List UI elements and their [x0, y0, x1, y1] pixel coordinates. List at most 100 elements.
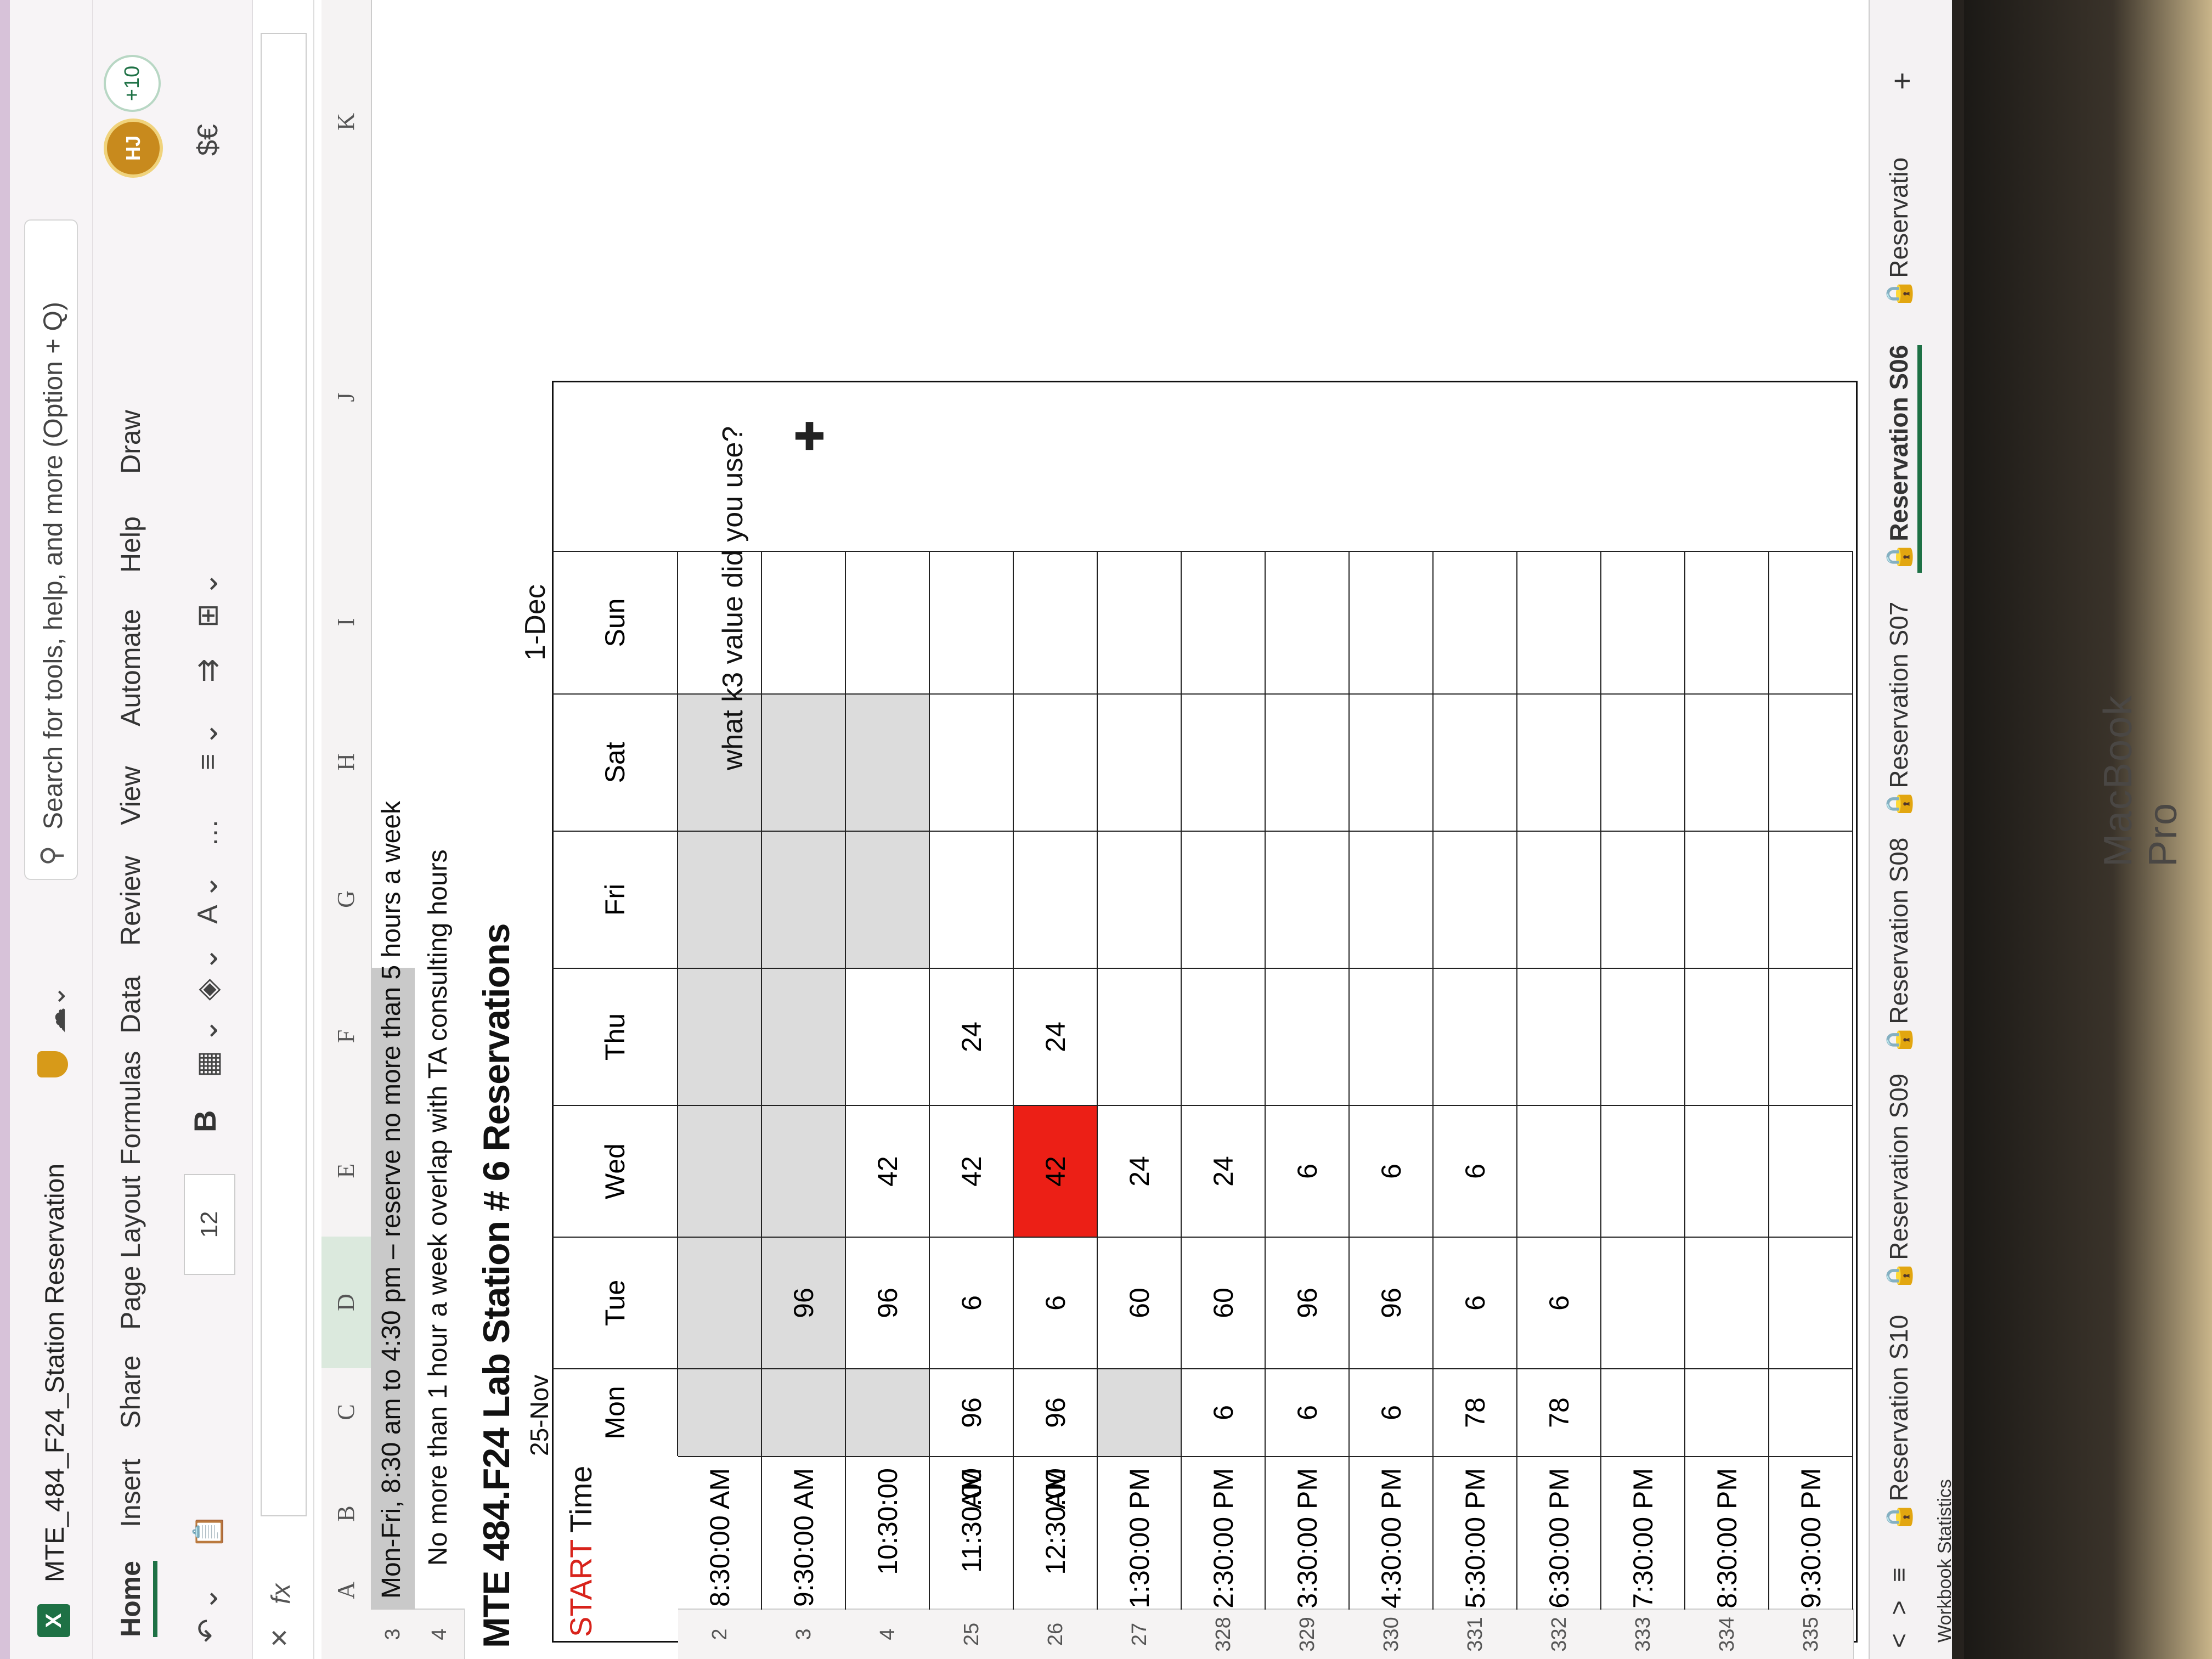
- column-header-k[interactable]: K: [321, 0, 372, 244]
- column-header-e[interactable]: E: [321, 1104, 372, 1237]
- time-cell[interactable]: 7:30:00 PM: [1601, 1456, 1685, 1610]
- reservation-cell[interactable]: [762, 968, 846, 1105]
- tab-page-layout[interactable]: Page Layout: [115, 1176, 146, 1330]
- reservation-cell[interactable]: [678, 1105, 762, 1237]
- reservation-cell[interactable]: [678, 831, 762, 968]
- column-header-b[interactable]: B: [321, 1455, 372, 1571]
- paste-icon[interactable]: 📋: [191, 1514, 225, 1549]
- reservation-cell[interactable]: [1182, 551, 1266, 693]
- reservation-cell[interactable]: [846, 551, 930, 693]
- tab-data[interactable]: Data: [115, 975, 146, 1034]
- wrap-text-icon[interactable]: ⇉: [191, 658, 224, 682]
- reservation-cell[interactable]: [1014, 831, 1098, 968]
- time-cell[interactable]: 2:30:00 PM: [1182, 1456, 1266, 1610]
- reservation-cell[interactable]: [1601, 1237, 1685, 1368]
- fx-icon[interactable]: fx: [266, 1584, 296, 1604]
- prev-sheet-button[interactable]: <: [1884, 1633, 1914, 1648]
- reservation-cell[interactable]: 6: [1014, 1237, 1098, 1368]
- reservation-cell[interactable]: [1601, 831, 1685, 968]
- tab-view[interactable]: View: [115, 766, 146, 825]
- reservation-cell[interactable]: [1769, 1368, 1853, 1456]
- column-header-f[interactable]: F: [321, 967, 372, 1105]
- column-header-g[interactable]: G: [321, 830, 372, 968]
- reservation-cell[interactable]: 96: [1266, 1237, 1350, 1368]
- reservation-cell[interactable]: [1434, 968, 1517, 1105]
- cell-b3[interactable]: Mon-Fri, 8:30 am to 4:30 pm – reserve no…: [376, 801, 407, 1599]
- time-cell[interactable]: 9:30:00 AM: [762, 1456, 846, 1610]
- sheet-tab[interactable]: 🔒Reservation S08: [1884, 838, 1914, 1056]
- day-header-1[interactable]: Tue: [552, 1237, 678, 1368]
- time-cell[interactable]: 12:30:00 PM: [1014, 1456, 1155, 1610]
- reservation-cell[interactable]: [1350, 693, 1434, 831]
- reservation-cell[interactable]: [1517, 831, 1601, 968]
- reservation-cell[interactable]: 24: [1182, 1105, 1266, 1237]
- reservation-cell[interactable]: [1685, 693, 1769, 831]
- column-header-h[interactable]: H: [321, 693, 372, 831]
- reservation-cell[interactable]: [1685, 1368, 1769, 1456]
- reservation-cell[interactable]: [1769, 831, 1853, 968]
- reservation-cell[interactable]: [1517, 693, 1601, 831]
- reservation-cell[interactable]: [1769, 1105, 1853, 1237]
- time-cell[interactable]: 6:30:00 PM: [1517, 1456, 1601, 1610]
- reservation-cell[interactable]: 96: [930, 1368, 1014, 1456]
- reservation-cell[interactable]: [1098, 968, 1182, 1105]
- row-header[interactable]: 329: [1266, 1609, 1350, 1659]
- reservation-cell[interactable]: [1350, 551, 1434, 693]
- row-header[interactable]: 333: [1601, 1609, 1686, 1659]
- reservation-cell[interactable]: [762, 551, 846, 693]
- reservation-cell[interactable]: [1601, 1368, 1685, 1456]
- reservation-cell[interactable]: [1769, 1237, 1853, 1368]
- sheet-tab[interactable]: 🔒Reservatio: [1884, 157, 1914, 309]
- day-header-3[interactable]: Thu: [552, 968, 678, 1105]
- row-header[interactable]: 331: [1434, 1609, 1518, 1659]
- time-cell[interactable]: 4:30:00 PM: [1350, 1456, 1434, 1610]
- row-header[interactable]: 328: [1182, 1609, 1266, 1659]
- tab-formulas[interactable]: Formulas: [115, 1051, 146, 1165]
- reservation-cell[interactable]: 6: [1350, 1368, 1434, 1456]
- reservation-cell[interactable]: 6: [1350, 1105, 1434, 1237]
- time-cell[interactable]: 5:30:00 PM: [1434, 1456, 1517, 1610]
- row-header[interactable]: 4: [846, 1609, 930, 1659]
- row-header[interactable]: 25: [930, 1609, 1014, 1659]
- date-start[interactable]: 25-Nov: [524, 1375, 554, 1456]
- reservation-cell[interactable]: [1098, 693, 1182, 831]
- reservation-cell[interactable]: [762, 1368, 846, 1456]
- excel-logo-icon[interactable]: X: [37, 1604, 70, 1637]
- reservation-cell[interactable]: [762, 831, 846, 968]
- cloud-sync-icon[interactable]: ☁⌄: [41, 985, 71, 1034]
- row-header[interactable]: 3: [762, 1609, 847, 1659]
- fill-color-icon[interactable]: ◈ ⌄: [191, 947, 224, 1001]
- sheet-tab[interactable]: 🔒Reservation S10: [1884, 1315, 1914, 1533]
- reservation-cell[interactable]: [1434, 551, 1517, 693]
- borders-icon[interactable]: ▦ ⌄: [191, 1019, 224, 1077]
- reservation-cell[interactable]: [762, 693, 846, 831]
- collaborators-badge[interactable]: +10: [104, 55, 161, 112]
- workbook-statistics[interactable]: Workbook Statistics: [1934, 1479, 1952, 1643]
- time-cell[interactable]: 11:30:00 AM: [930, 1456, 1071, 1610]
- time-cell[interactable]: 8:30:00 PM: [1685, 1456, 1769, 1610]
- reservation-cell[interactable]: [1517, 1105, 1601, 1237]
- column-header-d[interactable]: D: [321, 1236, 372, 1368]
- reservation-cell[interactable]: [1685, 551, 1769, 693]
- undo-icon[interactable]: ↶ ⌄: [191, 1587, 224, 1643]
- reservation-cell[interactable]: [930, 551, 1014, 693]
- tab-draw[interactable]: Draw: [115, 410, 146, 474]
- cell-b4[interactable]: No more than 1 hour a week overlap with …: [423, 849, 453, 1566]
- cancel-icon[interactable]: ✕: [266, 1628, 294, 1648]
- tab-home[interactable]: Home: [115, 1561, 157, 1637]
- reservation-cell[interactable]: [1182, 968, 1266, 1105]
- reservation-cell[interactable]: 60: [1182, 1237, 1266, 1368]
- reservation-cell[interactable]: [1601, 968, 1685, 1105]
- tab-review[interactable]: Review: [115, 856, 146, 946]
- day-header-0[interactable]: Mon: [552, 1368, 678, 1456]
- reservation-cell[interactable]: 24: [930, 968, 1014, 1105]
- header-time[interactable]: Time: [563, 1466, 599, 1533]
- day-header-2[interactable]: Wed: [552, 1105, 678, 1237]
- day-header-5[interactable]: Sat: [552, 693, 678, 831]
- reservation-cell[interactable]: 42: [930, 1105, 1014, 1237]
- reservation-cell[interactable]: 78: [1517, 1368, 1601, 1456]
- reservation-cell[interactable]: [1769, 693, 1853, 831]
- sheet-title[interactable]: MTE 484.F24 Lab Station # 6 Reservations: [475, 924, 518, 1648]
- row-header[interactable]: 26: [1014, 1609, 1098, 1659]
- reservation-cell[interactable]: [846, 968, 930, 1105]
